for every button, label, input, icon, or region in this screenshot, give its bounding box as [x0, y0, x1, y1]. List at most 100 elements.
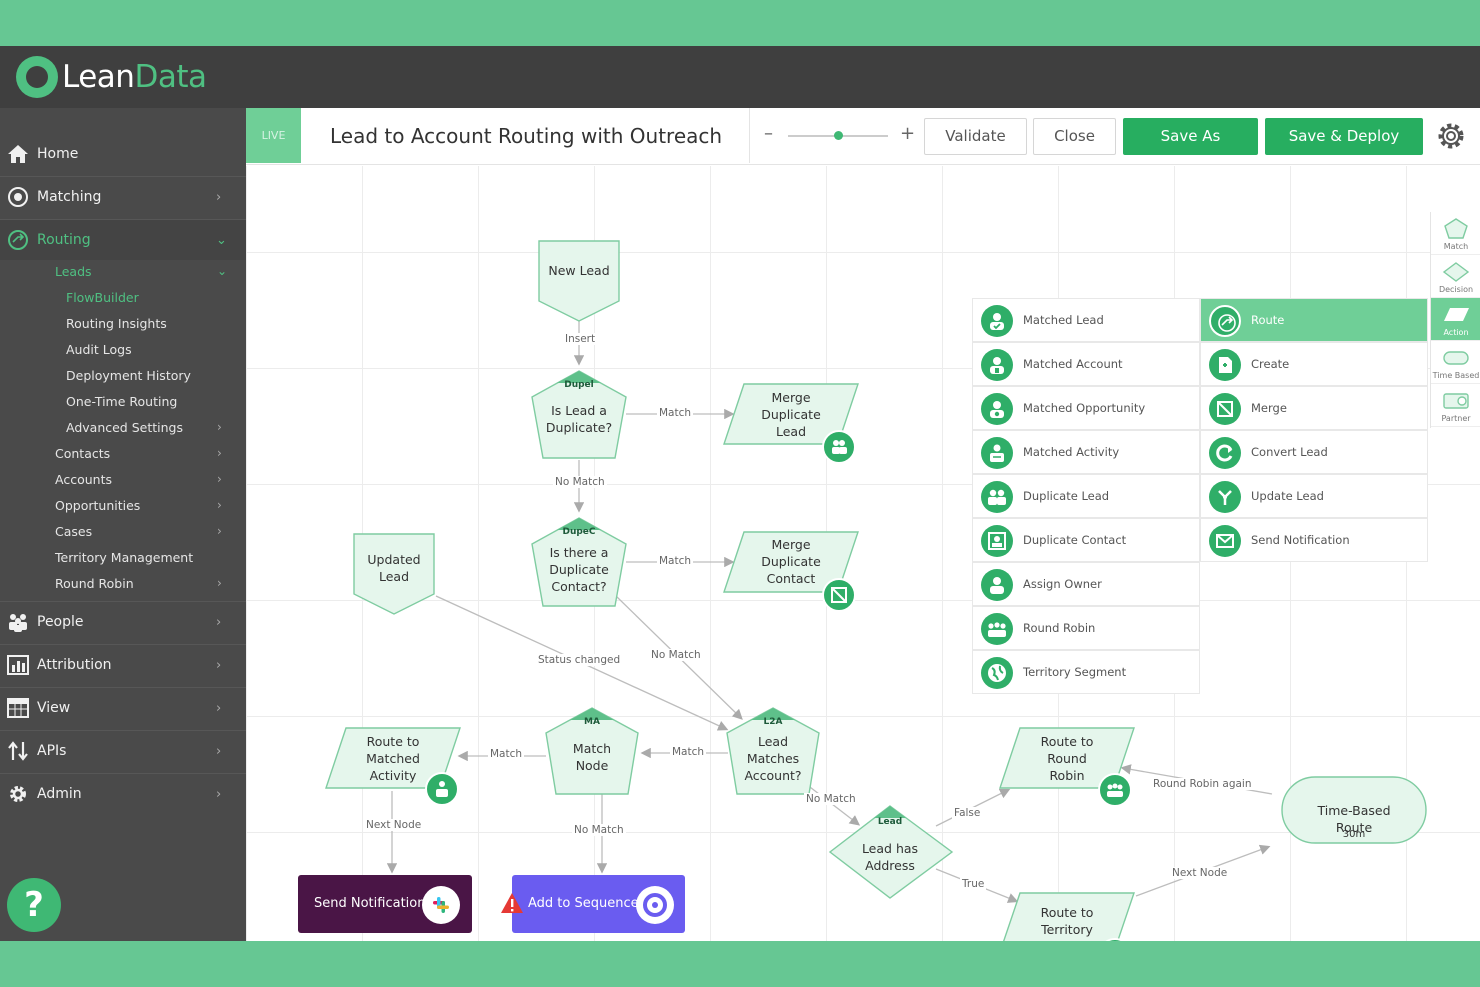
- sidebar-subitem-audit-logs[interactable]: Audit Logs: [0, 338, 246, 362]
- person-check-icon: [981, 305, 1013, 337]
- shape-toolbar: Match Decision Action Time Based Partner: [1430, 212, 1480, 428]
- settings-gear-icon[interactable]: [1436, 121, 1466, 151]
- sidebar-subitem-flowbuilder[interactable]: FlowBuilder: [0, 286, 246, 310]
- sidebar: Home Matching › Routing ⌄ Leads ⌄ FlowBui…: [0, 108, 246, 941]
- sidebar-item-home[interactable]: Home: [0, 134, 246, 174]
- mail-icon: [1209, 525, 1241, 557]
- shape-decision[interactable]: Decision: [1431, 255, 1480, 298]
- sidebar-subitem-one-time-routing[interactable]: One-Time Routing: [0, 390, 246, 414]
- palette-item-matched-account[interactable]: Matched Account: [972, 342, 1200, 386]
- palette-item-update-lead[interactable]: Update Lead: [1200, 474, 1428, 518]
- sidebar-subitem-label: Territory Management: [55, 550, 194, 565]
- sidebar-item-attribution[interactable]: Attribution ›: [0, 645, 246, 685]
- zoom-slider-handle[interactable]: [834, 131, 843, 140]
- sidebar-subitem-contacts[interactable]: Contacts ›: [0, 442, 246, 466]
- palette-item-route[interactable]: Route: [1200, 298, 1428, 342]
- palette-item-send-notification[interactable]: Send Notification: [1200, 518, 1428, 562]
- palette-item-duplicate-lead[interactable]: Duplicate Lead: [972, 474, 1200, 518]
- target-icon: [8, 187, 28, 207]
- validate-button[interactable]: Validate: [924, 118, 1027, 155]
- palette-item-label: Matched Lead: [1023, 313, 1104, 327]
- node-add-to-sequence[interactable]: Add to Sequence: [512, 875, 685, 933]
- sidebar-item-people[interactable]: People ›: [0, 602, 246, 642]
- person-activity-icon: [981, 437, 1013, 469]
- palette-item-matched-opportunity[interactable]: Matched Opportunity: [972, 386, 1200, 430]
- help-button[interactable]: ?: [7, 878, 61, 932]
- edge-label-no-match: No Match: [649, 649, 703, 661]
- node-label-route-territory: Route to Territory: [1040, 905, 1094, 937]
- zoom-out-button[interactable]: –: [764, 123, 773, 144]
- shape-label: Decision: [1438, 285, 1474, 294]
- palette-item-duplicate-contact[interactable]: Duplicate Contact: [972, 518, 1200, 562]
- sidebar-subitem-accounts[interactable]: Accounts ›: [0, 468, 246, 492]
- palette-item-matched-activity[interactable]: Matched Activity: [972, 430, 1200, 474]
- palette-item-label: Create: [1251, 357, 1290, 371]
- globe-icon: [981, 657, 1013, 689]
- palette-item-convert-lead[interactable]: Convert Lead: [1200, 430, 1428, 474]
- palette-item-matched-lead[interactable]: Matched Lead: [972, 298, 1200, 342]
- shape-partner[interactable]: Partner: [1431, 384, 1480, 427]
- palette-item-round-robin[interactable]: Round Robin: [972, 606, 1200, 650]
- sidebar-subitem-label: Advanced Settings: [66, 420, 183, 435]
- sidebar-subitem-label: Contacts: [55, 446, 111, 461]
- node-label-lead-address: Lead has Address: [861, 841, 919, 873]
- node-send-notification[interactable]: Send Notification: [298, 875, 472, 933]
- save-as-button[interactable]: Save As: [1123, 118, 1258, 155]
- chevron-right-icon: ›: [217, 498, 222, 512]
- page-title: Lead to Account Routing with Outreach: [330, 124, 723, 148]
- sidebar-item-label: View: [37, 700, 71, 716]
- shape-label: Match: [1443, 242, 1469, 251]
- shape-match[interactable]: Match: [1431, 212, 1480, 255]
- sidebar-item-apis[interactable]: APIs ›: [0, 731, 246, 771]
- chevron-right-icon: ›: [217, 420, 222, 434]
- chevron-right-icon: ›: [216, 787, 222, 802]
- close-button[interactable]: Close: [1033, 118, 1116, 155]
- sidebar-subitem-round-robin[interactable]: Round Robin ›: [0, 572, 246, 596]
- sidebar-subitem-deployment-history[interactable]: Deployment History: [0, 364, 246, 388]
- shape-label: Action: [1443, 328, 1469, 337]
- live-status-badge: LIVE: [246, 108, 301, 163]
- palette-item-territory-segment[interactable]: Territory Segment: [972, 650, 1200, 694]
- node-label-route-activity: Route to Matched Activity: [366, 734, 420, 783]
- zoom-control: – +: [749, 108, 921, 163]
- people-icon: [981, 481, 1013, 513]
- chevron-down-icon: ⌄: [217, 264, 228, 278]
- palette-item-create[interactable]: Create: [1200, 342, 1428, 386]
- sidebar-item-label: People: [37, 614, 84, 630]
- sidebar-subitem-routing-insights[interactable]: Routing Insights: [0, 312, 246, 336]
- zoom-in-button[interactable]: +: [900, 123, 915, 144]
- node-label-merge-contact: Merge Duplicate Contact: [761, 537, 821, 586]
- sidebar-item-admin[interactable]: Admin ›: [0, 774, 246, 814]
- palette-item-assign-owner[interactable]: Assign Owner: [972, 562, 1200, 606]
- palette-item-label: Duplicate Contact: [1023, 533, 1127, 547]
- sidebar-item-label: Home: [37, 146, 79, 162]
- chevron-right-icon: ›: [217, 524, 222, 538]
- edge-label-no-match: No Match: [553, 476, 607, 488]
- shape-time-based[interactable]: Time Based: [1431, 341, 1480, 384]
- sidebar-subitem-opportunities[interactable]: Opportunities ›: [0, 494, 246, 518]
- save-and-deploy-button[interactable]: Save & Deploy: [1265, 118, 1423, 155]
- palette-item-merge[interactable]: Merge: [1200, 386, 1428, 430]
- sidebar-subitem-label: Opportunities: [55, 498, 141, 513]
- chevron-right-icon: ›: [216, 658, 222, 673]
- edge-label-next-node: Next Node: [364, 819, 424, 831]
- chevron-right-icon: ›: [216, 744, 222, 759]
- calendar-grid-icon: [7, 698, 29, 718]
- sidebar-item-view[interactable]: View ›: [0, 688, 246, 728]
- sidebar-subitem-leads[interactable]: Leads ⌄: [0, 260, 246, 284]
- shape-action[interactable]: Action: [1431, 298, 1480, 341]
- shape-label: Partner: [1441, 414, 1471, 423]
- leandata-logo[interactable]: LeanData: [16, 55, 207, 99]
- palette-item-label: Matched Opportunity: [1023, 401, 1146, 415]
- node-new-lead-shape[interactable]: [538, 240, 620, 322]
- sidebar-item-matching[interactable]: Matching ›: [0, 177, 246, 217]
- sidebar-item-routing[interactable]: Routing ⌄: [0, 220, 246, 260]
- warning-icon[interactable]: [500, 892, 524, 914]
- person-activity-icon: [436, 781, 448, 797]
- sidebar-subitem-territory-management[interactable]: Territory Management: [0, 546, 246, 570]
- sidebar-subitem-label: One-Time Routing: [66, 394, 178, 409]
- contact-card-icon: [831, 587, 847, 603]
- app-window: LeanData Home Matching › Routing ⌄ Leads…: [0, 46, 1480, 941]
- sidebar-subitem-advanced-settings[interactable]: Advanced Settings ›: [0, 416, 246, 440]
- sidebar-subitem-cases[interactable]: Cases ›: [0, 520, 246, 544]
